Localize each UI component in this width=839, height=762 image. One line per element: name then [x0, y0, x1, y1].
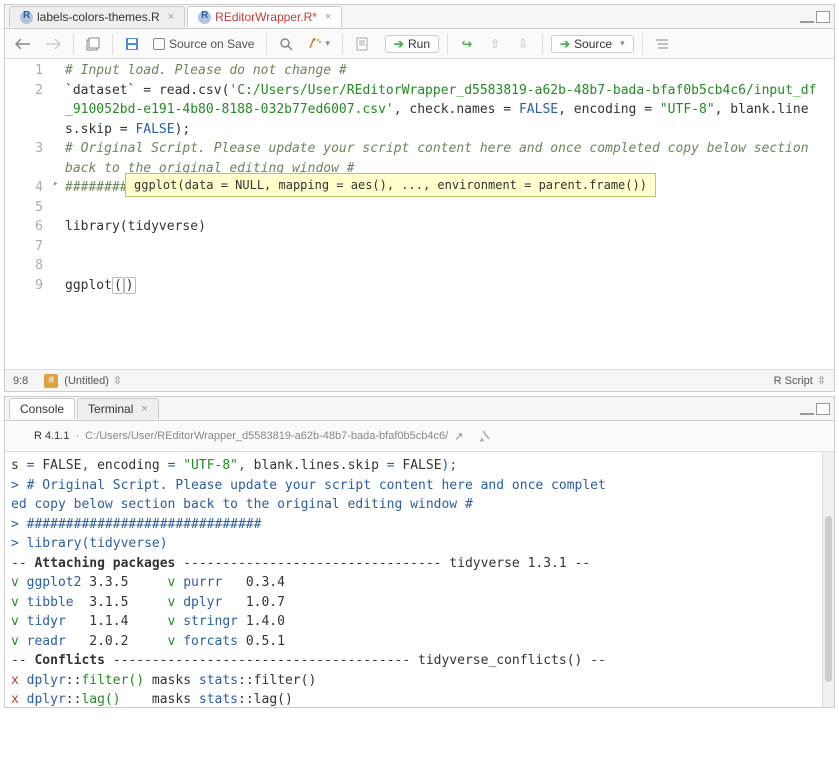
console-tabbar: Console Terminal ×: [5, 397, 834, 421]
cursor-position: 9:8: [13, 375, 28, 387]
console-line: > ##############################: [11, 515, 828, 535]
code-line[interactable]: 6 library(tidyverse): [5, 217, 834, 237]
source-on-save-checkbox[interactable]: [153, 38, 165, 50]
close-tab-icon[interactable]: ×: [168, 11, 174, 23]
console-scrollbar[interactable]: [822, 452, 834, 707]
minimize-console-icon[interactable]: [800, 411, 814, 415]
re-run-button[interactable]: ↪: [456, 33, 478, 55]
source-on-save-label: Source on Save: [169, 37, 254, 51]
console-line: s = FALSE, encoding = "UTF-8", blank.lin…: [11, 456, 828, 476]
refresh-env-icon[interactable]: ↗: [454, 430, 463, 443]
back-button[interactable]: [11, 33, 35, 55]
source-button-label: Source: [574, 37, 612, 51]
line-number[interactable]: 7: [5, 237, 53, 257]
close-terminal-icon[interactable]: ×: [141, 403, 147, 415]
console-output[interactable]: s = FALSE, encoding = "UTF-8", blank.lin…: [5, 452, 834, 707]
tab-label: Console: [20, 402, 64, 416]
editor-window-controls: [800, 11, 830, 23]
source-on-save-toggle[interactable]: Source on Save: [149, 33, 258, 55]
fold-indicator[interactable]: ▸: [53, 178, 65, 192]
console-line: v readr 2.0.2 v forcats 0.5.1: [11, 632, 828, 652]
editor-toolbar: Source on Save ▾ ➔ Run ↪ ⇧ ⇩ ➔ Source ▾: [5, 29, 834, 59]
compile-report-button[interactable]: [351, 33, 373, 55]
outline-button[interactable]: [651, 33, 673, 55]
save-button[interactable]: [121, 33, 143, 55]
code-text[interactable]: # Input load. Please do not change #: [65, 61, 834, 81]
r-file-icon: [198, 11, 211, 24]
function-signature-tooltip: ggplot(data = NULL, mapping = aes(), ...…: [125, 173, 656, 197]
line-number[interactable]: 6: [5, 217, 53, 237]
console-line: -- Attaching packages ------------------…: [11, 554, 828, 574]
console-line: x dplyr::lag() masks stats::lag(): [11, 690, 828, 707]
forward-button[interactable]: [41, 33, 65, 55]
code-text[interactable]: `dataset` = read.csv('C:/Users/User/REdi…: [65, 81, 834, 140]
console-line: ed copy below section back to the origin…: [11, 495, 828, 515]
section-nav-icon[interactable]: #: [44, 374, 58, 388]
console-line: > # Original Script. Please update your …: [11, 476, 828, 496]
run-arrow-icon: ➔: [394, 37, 404, 51]
run-button[interactable]: ➔ Run: [385, 35, 439, 53]
file-type-label[interactable]: R Script: [774, 375, 813, 387]
tab-label: labels-colors-themes.R: [37, 10, 160, 24]
line-number[interactable]: 2: [5, 81, 53, 101]
tab-label: REditorWrapper.R*: [215, 10, 317, 24]
code-line[interactable]: 2 `dataset` = read.csv('C:/Users/User/REd…: [5, 81, 834, 140]
code-text[interactable]: ggplot(): [65, 276, 834, 296]
code-text[interactable]: library(tidyverse): [65, 217, 834, 237]
chunk-down-button[interactable]: ⇩: [512, 33, 534, 55]
r-file-icon: [20, 11, 33, 24]
tab-label: Terminal: [88, 402, 133, 416]
minimize-pane-icon[interactable]: [800, 19, 814, 23]
editor-tabbar: labels-colors-themes.R×REditorWrapper.R*…: [5, 5, 834, 29]
code-line[interactable]: 1 # Input load. Please do not change #: [5, 61, 834, 81]
run-button-label: Run: [408, 37, 430, 51]
console-header: R 4.1.1 · C:/Users/User/REditorWrapper_d…: [5, 421, 834, 452]
line-number[interactable]: 8: [5, 256, 53, 276]
source-arrow-icon: ➔: [560, 37, 570, 51]
maximize-console-icon[interactable]: [816, 403, 830, 415]
console-tab-terminal[interactable]: Terminal ×: [77, 398, 159, 419]
close-tab-icon[interactable]: ×: [325, 11, 331, 23]
console-scroll-thumb[interactable]: [825, 516, 832, 682]
section-nav-label[interactable]: (Untitled): [64, 375, 109, 387]
chunk-up-button[interactable]: ⇧: [484, 33, 506, 55]
r-logo-icon: [13, 429, 28, 444]
line-number[interactable]: 4: [5, 178, 53, 198]
line-number[interactable]: 3: [5, 139, 53, 159]
console-line: v tidyr 1.1.4 v stringr 1.4.0: [11, 612, 828, 632]
line-number[interactable]: 9: [5, 276, 53, 296]
show-in-new-window-icon[interactable]: [82, 33, 104, 55]
clear-console-button[interactable]: [475, 425, 497, 447]
file-type-chevron-icon[interactable]: ⇳: [817, 374, 826, 387]
code-tools-button[interactable]: ▾: [303, 33, 334, 55]
console-line: -- Conflicts ---------------------------…: [11, 651, 828, 671]
console-line: x dplyr::filter() masks stats::filter(): [11, 671, 828, 691]
console-tab-console[interactable]: Console: [9, 398, 75, 419]
find-button[interactable]: [275, 33, 297, 55]
console-line: v tibble 3.1.5 v dplyr 1.0.7: [11, 593, 828, 613]
editor-body[interactable]: 1 # Input load. Please do not change # 2 `d…: [5, 59, 834, 369]
code-line[interactable]: 8: [5, 256, 834, 276]
console-line: v ggplot2 3.3.5 v purrr 0.3.4: [11, 573, 828, 593]
source-button[interactable]: ➔ Source ▾: [551, 35, 634, 53]
line-number[interactable]: 1: [5, 61, 53, 81]
console-pane: Console Terminal × R 4.1.1 · C:/Users/User…: [4, 396, 835, 708]
editor-statusbar: 9:8 # (Untitled) ⇳ R Script ⇳: [5, 369, 834, 391]
maximize-pane-icon[interactable]: [816, 11, 830, 23]
code-line[interactable]: 7: [5, 237, 834, 257]
section-nav-chevron-icon[interactable]: ⇳: [113, 374, 122, 387]
editor-pane: labels-colors-themes.R×REditorWrapper.R*…: [4, 4, 835, 392]
editor-tab-1[interactable]: REditorWrapper.R* ×: [187, 6, 342, 27]
working-directory[interactable]: C:/Users/User/REditorWrapper_d5583819-a6…: [85, 430, 448, 442]
console-line: > library(tidyverse): [11, 534, 828, 554]
editor-tab-0[interactable]: labels-colors-themes.R ×: [9, 6, 185, 27]
r-version-label: R 4.1.1: [34, 430, 69, 442]
line-number[interactable]: 5: [5, 198, 53, 218]
console-window-controls: [800, 403, 830, 415]
code-line[interactable]: 5: [5, 198, 834, 218]
code-line[interactable]: 9 ggplot(): [5, 276, 834, 296]
